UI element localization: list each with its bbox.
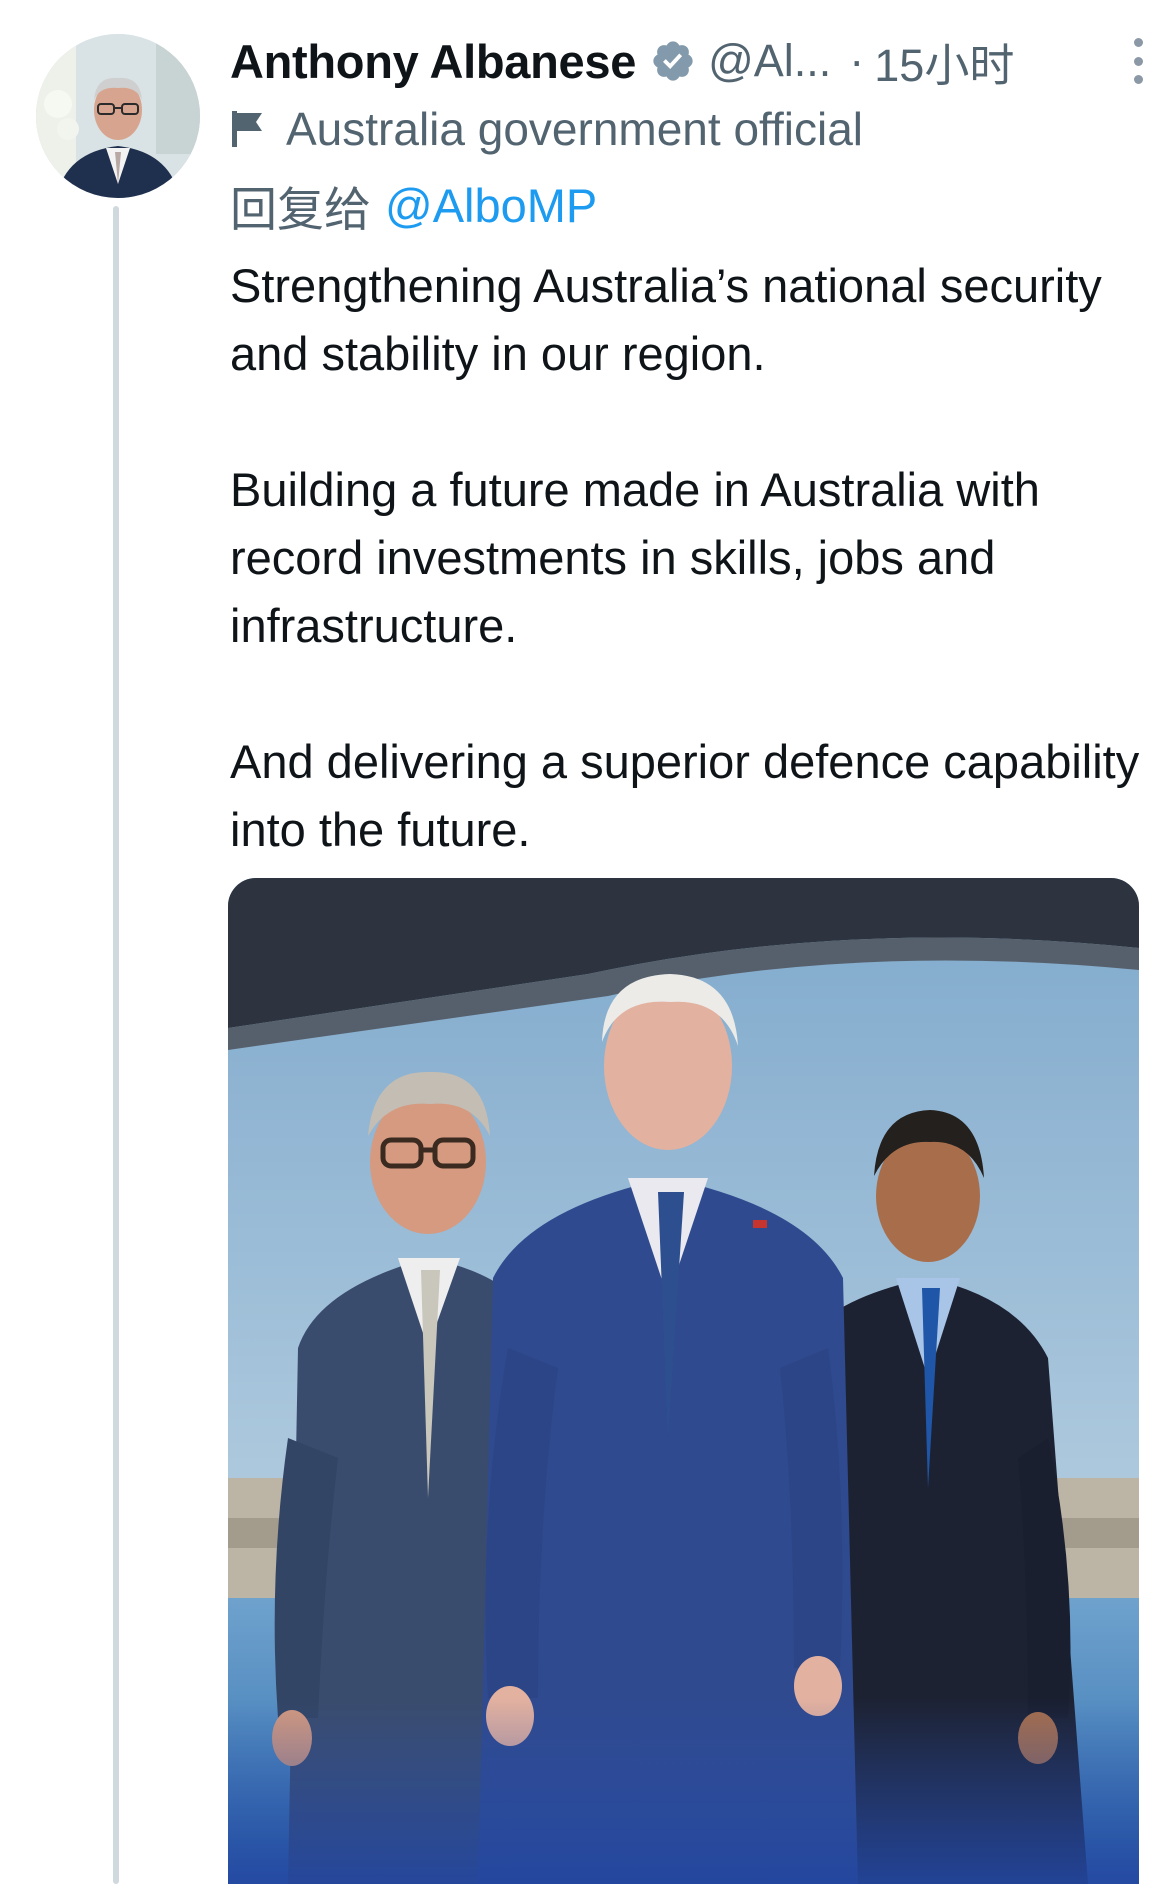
affiliation-label-row: Australia government official (230, 98, 863, 160)
reply-handle-link[interactable]: @AlboMP (385, 178, 597, 233)
more-vertical-icon[interactable] (1128, 38, 1148, 84)
reply-prefix: 回复给 (230, 182, 371, 236)
tweet-header: Anthony Albanese @Al... · 15小时 (230, 28, 1150, 94)
tweet-timestamp[interactable]: 15小时 (874, 29, 1014, 94)
tweet-text: Strengthening Australia’s national secur… (230, 252, 1150, 864)
header-separator: · (849, 35, 865, 86)
tweet-photo[interactable] (228, 878, 1139, 1884)
author-name[interactable]: Anthony Albanese (230, 34, 636, 89)
tweet-paragraph: And delivering a superior defence capabi… (230, 735, 1140, 856)
tweet-paragraph: Building a future made in Australia with… (230, 463, 1040, 652)
photo-three-leaders (228, 878, 1139, 1884)
flag-icon (232, 111, 262, 147)
author-avatar[interactable] (36, 34, 200, 198)
replying-to: 回复给 @AlboMP (230, 172, 597, 238)
tweet-paragraph: Strengthening Australia’s national secur… (230, 259, 1102, 380)
verified-badge-icon (653, 41, 693, 81)
author-handle[interactable]: @Al... (708, 35, 831, 87)
thread-connector-line (113, 206, 119, 1884)
avatar-photo (36, 34, 200, 198)
affiliation-label: Australia government official (286, 103, 863, 155)
